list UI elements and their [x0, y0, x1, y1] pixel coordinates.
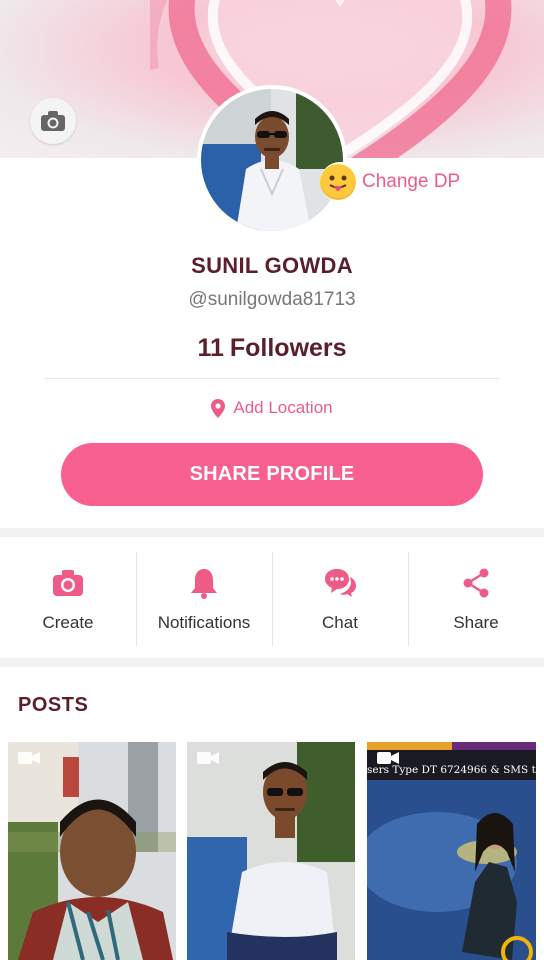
notifications-button[interactable]: Notifications — [136, 540, 272, 658]
video-camera-icon — [197, 752, 219, 764]
posts-heading: POSTS — [18, 694, 89, 716]
share-icon — [463, 568, 489, 598]
share-button[interactable]: Share — [408, 540, 544, 658]
bell-icon — [191, 569, 217, 599]
change-cover-button[interactable] — [30, 98, 76, 144]
followers-number: 11 — [197, 334, 224, 362]
post-image — [187, 742, 355, 960]
create-label: Create — [42, 613, 94, 632]
followers-count[interactable]: 11 Followers — [0, 334, 544, 363]
section-divider — [0, 658, 544, 667]
notifications-label: Notifications — [157, 613, 251, 632]
avatar-photo — [201, 89, 343, 231]
post-thumbnail[interactable]: sers Type DT 6724966 & SMS to 5 — [367, 742, 536, 960]
chat-icon — [325, 569, 356, 597]
profile-name: SUNIL GOWDA — [191, 253, 353, 278]
create-button[interactable]: Create — [0, 540, 136, 658]
action-bar: Create Notifications Chat Share — [0, 540, 544, 658]
share-profile-button[interactable]: SHARE PROFILE — [61, 443, 483, 506]
profile-handle: @sunilgowda81713 — [188, 289, 356, 310]
divider — [45, 378, 499, 379]
location-pin-icon — [211, 398, 226, 418]
add-location-button[interactable]: Add Location — [0, 398, 544, 418]
followers-label: Followers — [229, 334, 347, 362]
post-image — [8, 742, 176, 960]
change-dp-label: Change DP — [362, 171, 461, 192]
add-location-label: Add Location — [233, 398, 333, 417]
section-divider — [0, 528, 544, 537]
chat-button[interactable]: Chat — [272, 540, 408, 658]
camera-icon — [53, 570, 83, 596]
post-thumbnail[interactable] — [8, 742, 176, 960]
profile-avatar[interactable] — [197, 85, 347, 235]
video-camera-icon — [18, 752, 40, 764]
tongue-emoji-icon — [320, 164, 356, 200]
post-thumbnail[interactable] — [187, 742, 355, 960]
share-label: Share — [453, 613, 499, 632]
camera-icon — [41, 111, 65, 131]
video-camera-icon — [377, 752, 399, 764]
change-dp-button[interactable]: Change DP — [320, 162, 471, 202]
chat-label: Chat — [322, 613, 358, 632]
